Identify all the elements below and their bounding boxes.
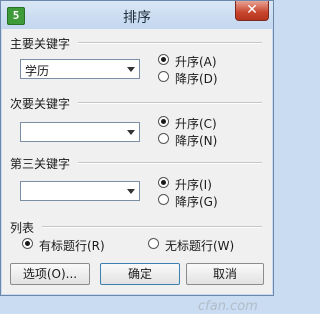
radio-selected[interactable] — [158, 54, 169, 65]
secondary-key-label: 次要关键字 — [10, 97, 71, 111]
radio-unselected[interactable] — [158, 194, 169, 205]
third-key-select[interactable] — [20, 181, 140, 201]
divider — [78, 162, 262, 164]
divider — [42, 226, 262, 228]
cancel-button[interactable]: 取消 — [186, 263, 264, 285]
watermark: cfan.com — [198, 299, 258, 314]
dialog-title: 排序 — [123, 10, 151, 26]
without-header-label: 无标题行(W) — [165, 239, 235, 253]
radio-unselected[interactable] — [148, 238, 159, 249]
primary-key-value: 学历 — [25, 64, 50, 78]
third-ascending-label: 升序(I) — [175, 178, 212, 192]
with-header-label: 有标题行(R) — [39, 239, 105, 253]
sort-dialog: 5 排序 ✕ 主要关键字 学历 升序(A) 降序(D) 次要关键字 升序(C) — [0, 0, 274, 314]
divider — [78, 102, 262, 104]
chevron-down-icon — [127, 67, 135, 72]
dialog-body: 主要关键字 学历 升序(A) 降序(D) 次要关键字 升序(C) 降序(N) 第… — [2, 29, 272, 314]
primary-descending-label: 降序(D) — [175, 72, 218, 86]
chevron-down-icon — [127, 189, 135, 194]
chevron-down-icon — [127, 130, 135, 135]
list-label: 列表 — [10, 221, 35, 235]
title-bar: 5 排序 ✕ — [1, 1, 273, 29]
radio-selected[interactable] — [22, 238, 33, 249]
radio-selected[interactable] — [158, 116, 169, 127]
divider — [78, 42, 262, 44]
third-key-label: 第三关键字 — [10, 157, 71, 171]
primary-key-select[interactable]: 学历 — [20, 59, 140, 79]
radio-unselected[interactable] — [158, 71, 169, 82]
options-button[interactable]: 选项(O)... — [10, 263, 90, 285]
primary-ascending-label: 升序(A) — [175, 55, 217, 69]
close-button[interactable]: ✕ — [235, 1, 269, 21]
primary-key-label: 主要关键字 — [10, 37, 71, 51]
radio-unselected[interactable] — [158, 133, 169, 144]
third-descending-label: 降序(G) — [175, 195, 218, 209]
ok-button[interactable]: 确定 — [100, 263, 180, 285]
radio-selected[interactable] — [158, 177, 169, 188]
secondary-key-select[interactable] — [20, 122, 140, 142]
secondary-ascending-label: 升序(C) — [175, 117, 217, 131]
secondary-descending-label: 降序(N) — [175, 134, 218, 148]
